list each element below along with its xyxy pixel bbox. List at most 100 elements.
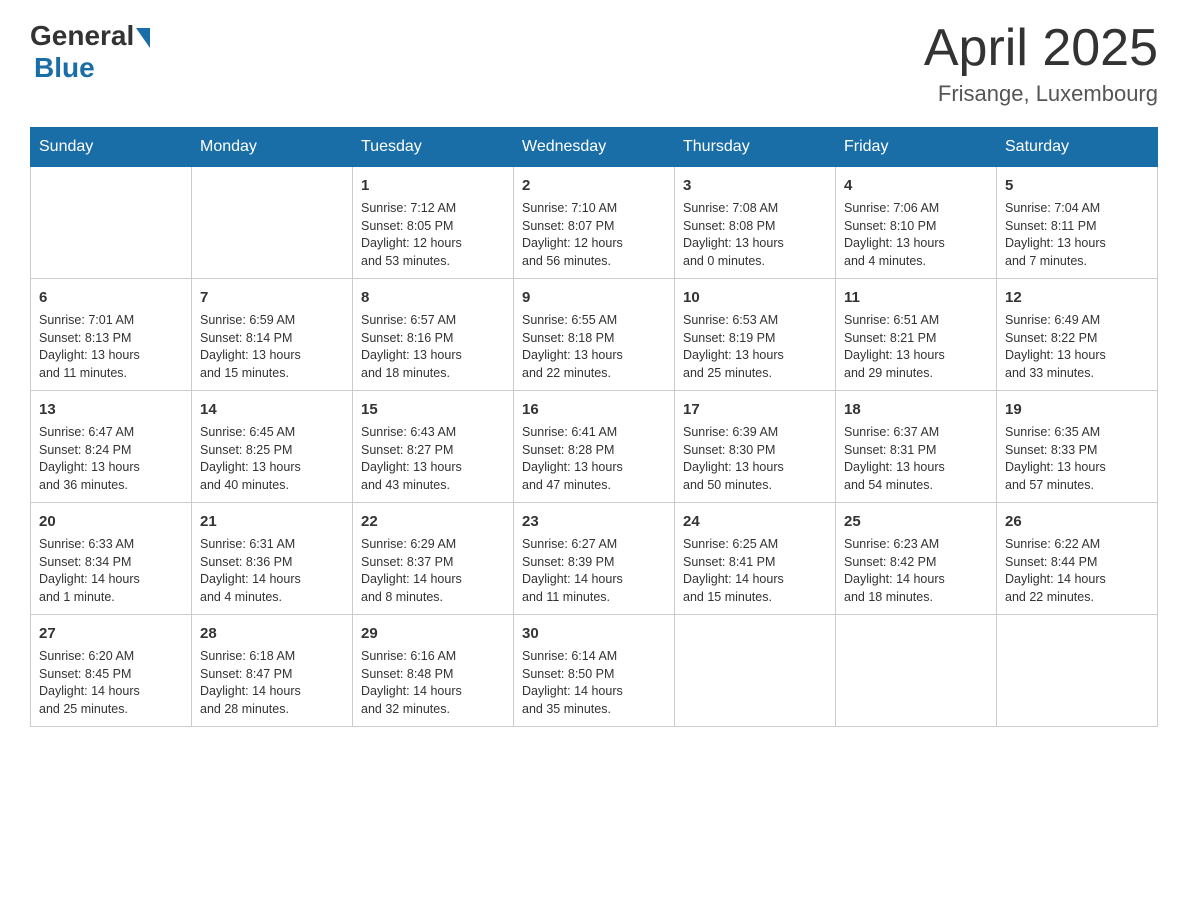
- page-header: General Blue April 2025 Frisange, Luxemb…: [30, 20, 1158, 107]
- calendar-cell: 17 Sunrise: 6:39 AM Sunset: 8:30 PM Dayli…: [675, 391, 836, 503]
- day-number: 16: [522, 399, 666, 420]
- day-of-week-monday: Monday: [192, 128, 353, 167]
- calendar-cell: 27 Sunrise: 6:20 AM Sunset: 8:45 PM Dayli…: [31, 615, 192, 727]
- day-info: Sunrise: 6:16 AM Sunset: 8:48 PM Dayligh…: [361, 648, 505, 718]
- day-number: 29: [361, 623, 505, 644]
- week-row: 20 Sunrise: 6:33 AM Sunset: 8:34 PM Dayli…: [31, 503, 1158, 615]
- day-info: Sunrise: 6:45 AM Sunset: 8:25 PM Dayligh…: [200, 424, 344, 494]
- day-number: 14: [200, 399, 344, 420]
- day-info: Sunrise: 7:08 AM Sunset: 8:08 PM Dayligh…: [683, 200, 827, 270]
- day-number: 18: [844, 399, 988, 420]
- calendar-cell: [31, 167, 192, 279]
- day-info: Sunrise: 6:55 AM Sunset: 8:18 PM Dayligh…: [522, 312, 666, 382]
- day-number: 3: [683, 175, 827, 196]
- calendar-cell: 29 Sunrise: 6:16 AM Sunset: 8:48 PM Dayli…: [353, 615, 514, 727]
- day-number: 2: [522, 175, 666, 196]
- day-info: Sunrise: 6:27 AM Sunset: 8:39 PM Dayligh…: [522, 536, 666, 606]
- calendar-cell: [192, 167, 353, 279]
- title-section: April 2025 Frisange, Luxembourg: [924, 20, 1158, 107]
- calendar-cell: 18Sunrise: 6:37 AM Sunset: 8:31 PM Dayli…: [836, 391, 997, 503]
- day-info: Sunrise: 6:53 AM Sunset: 8:19 PM Dayligh…: [683, 312, 827, 382]
- day-number: 6: [39, 287, 183, 308]
- day-of-week-thursday: Thursday: [675, 128, 836, 167]
- days-of-week-row: SundayMondayTuesdayWednesdayThursdayFrid…: [31, 128, 1158, 167]
- logo: General Blue: [30, 20, 150, 84]
- day-info: Sunrise: 6:31 AM Sunset: 8:36 PM Dayligh…: [200, 536, 344, 606]
- calendar-cell: 24Sunrise: 6:25 AM Sunset: 8:41 PM Dayli…: [675, 503, 836, 615]
- calendar-body: 1 Sunrise: 7:12 AM Sunset: 8:05 PM Daylig…: [31, 167, 1158, 727]
- day-info: Sunrise: 6:22 AM Sunset: 8:44 PM Dayligh…: [1005, 536, 1149, 606]
- calendar-cell: 14 Sunrise: 6:45 AM Sunset: 8:25 PM Dayli…: [192, 391, 353, 503]
- day-number: 25: [844, 511, 988, 532]
- calendar-cell: 15 Sunrise: 6:43 AM Sunset: 8:27 PM Dayli…: [353, 391, 514, 503]
- day-info: Sunrise: 6:23 AM Sunset: 8:42 PM Dayligh…: [844, 536, 988, 606]
- calendar-cell: 7Sunrise: 6:59 AM Sunset: 8:14 PM Daylig…: [192, 279, 353, 391]
- calendar-cell: 2 Sunrise: 7:10 AM Sunset: 8:07 PM Daylig…: [514, 167, 675, 279]
- day-number: 17: [683, 399, 827, 420]
- calendar-cell: 8Sunrise: 6:57 AM Sunset: 8:16 PM Daylig…: [353, 279, 514, 391]
- day-number: 30: [522, 623, 666, 644]
- day-number: 13: [39, 399, 183, 420]
- calendar-cell: [675, 615, 836, 727]
- day-info: Sunrise: 6:39 AM Sunset: 8:30 PM Dayligh…: [683, 424, 827, 494]
- day-number: 5: [1005, 175, 1149, 196]
- day-info: Sunrise: 6:51 AM Sunset: 8:21 PM Dayligh…: [844, 312, 988, 382]
- calendar-table: SundayMondayTuesdayWednesdayThursdayFrid…: [30, 127, 1158, 727]
- calendar-subtitle: Frisange, Luxembourg: [924, 81, 1158, 107]
- calendar-cell: 6 Sunrise: 7:01 AM Sunset: 8:13 PM Daylig…: [31, 279, 192, 391]
- day-info: Sunrise: 6:33 AM Sunset: 8:34 PM Dayligh…: [39, 536, 183, 606]
- calendar-cell: 19 Sunrise: 6:35 AM Sunset: 8:33 PM Dayli…: [997, 391, 1158, 503]
- logo-arrow-icon: [136, 28, 150, 48]
- day-info: Sunrise: 6:47 AM Sunset: 8:24 PM Dayligh…: [39, 424, 183, 494]
- day-info: Sunrise: 7:12 AM Sunset: 8:05 PM Dayligh…: [361, 200, 505, 270]
- day-info: Sunrise: 6:14 AM Sunset: 8:50 PM Dayligh…: [522, 648, 666, 718]
- calendar-cell: [836, 615, 997, 727]
- logo-blue-text: Blue: [34, 52, 95, 84]
- day-number: 19: [1005, 399, 1149, 420]
- day-info: Sunrise: 7:10 AM Sunset: 8:07 PM Dayligh…: [522, 200, 666, 270]
- day-number: 21: [200, 511, 344, 532]
- day-info: Sunrise: 6:49 AM Sunset: 8:22 PM Dayligh…: [1005, 312, 1149, 382]
- week-row: 1 Sunrise: 7:12 AM Sunset: 8:05 PM Daylig…: [31, 167, 1158, 279]
- week-row: 13 Sunrise: 6:47 AM Sunset: 8:24 PM Dayli…: [31, 391, 1158, 503]
- calendar-cell: 10 Sunrise: 6:53 AM Sunset: 8:19 PM Dayli…: [675, 279, 836, 391]
- calendar-cell: 11 Sunrise: 6:51 AM Sunset: 8:21 PM Dayli…: [836, 279, 997, 391]
- day-info: Sunrise: 6:18 AM Sunset: 8:47 PM Dayligh…: [200, 648, 344, 718]
- calendar-cell: 9 Sunrise: 6:55 AM Sunset: 8:18 PM Daylig…: [514, 279, 675, 391]
- calendar-cell: 28 Sunrise: 6:18 AM Sunset: 8:47 PM Dayli…: [192, 615, 353, 727]
- day-info: Sunrise: 6:41 AM Sunset: 8:28 PM Dayligh…: [522, 424, 666, 494]
- day-info: Sunrise: 7:01 AM Sunset: 8:13 PM Dayligh…: [39, 312, 183, 382]
- day-number: 8: [361, 287, 505, 308]
- day-info: Sunrise: 6:35 AM Sunset: 8:33 PM Dayligh…: [1005, 424, 1149, 494]
- logo-general-text: General: [30, 20, 134, 52]
- day-number: 20: [39, 511, 183, 532]
- calendar-cell: 12Sunrise: 6:49 AM Sunset: 8:22 PM Dayli…: [997, 279, 1158, 391]
- day-number: 11: [844, 287, 988, 308]
- calendar-cell: 13 Sunrise: 6:47 AM Sunset: 8:24 PM Dayli…: [31, 391, 192, 503]
- calendar-cell: 30 Sunrise: 6:14 AM Sunset: 8:50 PM Dayli…: [514, 615, 675, 727]
- calendar-cell: 3 Sunrise: 7:08 AM Sunset: 8:08 PM Daylig…: [675, 167, 836, 279]
- day-number: 28: [200, 623, 344, 644]
- day-number: 7: [200, 287, 344, 308]
- day-number: 27: [39, 623, 183, 644]
- day-number: 23: [522, 511, 666, 532]
- day-number: 4: [844, 175, 988, 196]
- day-number: 1: [361, 175, 505, 196]
- calendar-cell: 23 Sunrise: 6:27 AM Sunset: 8:39 PM Dayli…: [514, 503, 675, 615]
- day-of-week-tuesday: Tuesday: [353, 128, 514, 167]
- day-info: Sunrise: 6:43 AM Sunset: 8:27 PM Dayligh…: [361, 424, 505, 494]
- week-row: 6 Sunrise: 7:01 AM Sunset: 8:13 PM Daylig…: [31, 279, 1158, 391]
- day-number: 10: [683, 287, 827, 308]
- day-of-week-saturday: Saturday: [997, 128, 1158, 167]
- day-info: Sunrise: 7:04 AM Sunset: 8:11 PM Dayligh…: [1005, 200, 1149, 270]
- day-info: Sunrise: 6:20 AM Sunset: 8:45 PM Dayligh…: [39, 648, 183, 718]
- calendar-cell: [997, 615, 1158, 727]
- calendar-cell: 22Sunrise: 6:29 AM Sunset: 8:37 PM Dayli…: [353, 503, 514, 615]
- calendar-cell: 26Sunrise: 6:22 AM Sunset: 8:44 PM Dayli…: [997, 503, 1158, 615]
- calendar-cell: 21 Sunrise: 6:31 AM Sunset: 8:36 PM Dayli…: [192, 503, 353, 615]
- day-number: 9: [522, 287, 666, 308]
- week-row: 27 Sunrise: 6:20 AM Sunset: 8:45 PM Dayli…: [31, 615, 1158, 727]
- day-number: 15: [361, 399, 505, 420]
- day-number: 24: [683, 511, 827, 532]
- calendar-title: April 2025: [924, 20, 1158, 77]
